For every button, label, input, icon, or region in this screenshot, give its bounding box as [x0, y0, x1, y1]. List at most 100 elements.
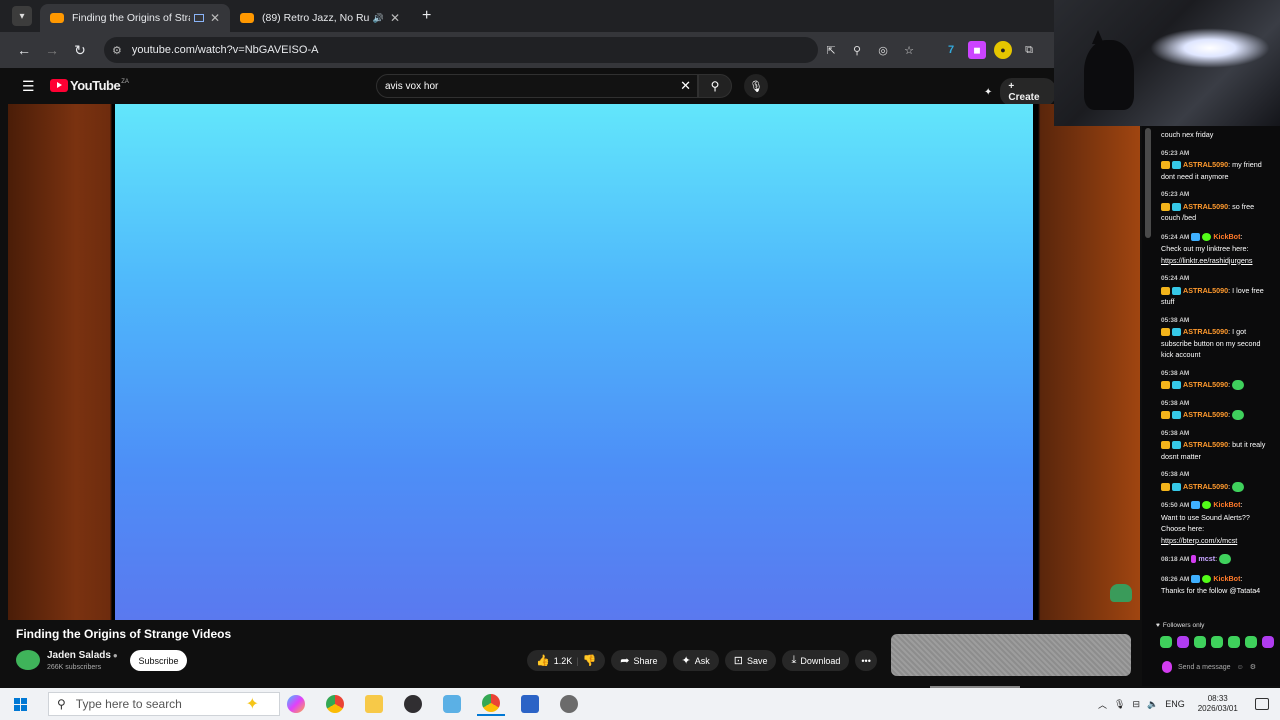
extension-pink-icon[interactable]: ◼: [968, 41, 986, 59]
emote-icon[interactable]: [1177, 636, 1189, 648]
settings-icon[interactable]: ⚙: [1250, 663, 1256, 671]
emote-icon[interactable]: [1262, 636, 1274, 648]
crown-badge-icon: [1161, 482, 1170, 491]
new-tab-button[interactable]: +: [422, 7, 431, 25]
start-button[interactable]: [0, 697, 40, 711]
emote-icon[interactable]: [1211, 636, 1223, 648]
chat-user[interactable]: ASTRAL5090: [1183, 410, 1228, 419]
more-actions-button[interactable]: •••: [855, 650, 877, 671]
chat-user[interactable]: ASTRAL5090: [1183, 482, 1228, 491]
chat-user[interactable]: ASTRAL5090: [1183, 380, 1228, 389]
tracking-blocked-icon[interactable]: ◎: [874, 41, 892, 59]
search-highlight-icon: ✦: [245, 696, 259, 713]
chat-user[interactable]: KickBot: [1213, 500, 1240, 509]
reload-icon[interactable]: ↻: [66, 42, 94, 59]
notifications-icon[interactable]: [1254, 698, 1269, 710]
emote-icon[interactable]: [1245, 636, 1257, 648]
chat-time: 05:24 AM: [1161, 233, 1190, 241]
create-button[interactable]: + Create: [1000, 78, 1056, 106]
address-bar[interactable]: ⚙ youtube.com/watch?v=NbGAVEISO-A: [104, 37, 818, 63]
chat-user[interactable]: KickBot: [1213, 232, 1240, 241]
close-tab-icon[interactable]: ✕: [390, 11, 400, 25]
sparkle-icon: ✦: [681, 655, 691, 667]
chrome-app-icon[interactable]: [321, 692, 349, 716]
chat-scrollbar[interactable]: [1142, 126, 1154, 686]
emoji-icon[interactable]: ☺: [1237, 664, 1244, 671]
sub-badge-icon: [1172, 381, 1181, 390]
microphone-tray-icon[interactable]: 🎙: [1114, 699, 1125, 710]
taskbar-search-input[interactable]: ⚲ Type here to search ✦: [48, 692, 280, 716]
extensions-puzzle-icon[interactable]: ⧉: [1020, 41, 1038, 59]
subscribe-button[interactable]: Subscribe: [130, 650, 187, 671]
emote-icon: [1219, 554, 1232, 565]
verified-icon: ●: [112, 651, 118, 660]
emote-icon[interactable]: [1228, 636, 1240, 648]
audio-playing-icon[interactable]: 🔊: [373, 13, 384, 24]
site-info-icon[interactable]: ⚙: [112, 44, 122, 57]
search-button[interactable]: ⚲: [698, 74, 732, 98]
cat-silhouette: [1084, 30, 1134, 110]
tab-search-button[interactable]: ▾: [12, 6, 32, 26]
tab-retro-jazz[interactable]: (89) Retro Jazz, No Rush To 🔊 ✕: [230, 4, 410, 32]
chat-user[interactable]: ASTRAL5090: [1183, 160, 1228, 169]
scrollbar-thumb[interactable]: [1145, 128, 1151, 238]
chat-link[interactable]: https://linktr.ee/rashidjurgens: [1161, 256, 1253, 265]
url-text[interactable]: youtube.com/watch?v=NbGAVEISO-A: [132, 44, 319, 56]
bookmark-icon: ⊡: [733, 655, 743, 667]
snipping-tool-icon[interactable]: [438, 692, 466, 716]
windows-logo-icon: [13, 697, 27, 711]
microphone-icon[interactable]: [1162, 661, 1172, 673]
extension-translate-icon[interactable]: 7: [942, 41, 960, 59]
thumbs-down-icon[interactable]: 👎: [583, 654, 597, 667]
chat-user[interactable]: ASTRAL5090: [1183, 327, 1228, 336]
tray-chevron-icon[interactable]: ︿: [1098, 698, 1107, 711]
chat-user[interactable]: ASTRAL5090: [1183, 286, 1228, 295]
share-button[interactable]: ➦ Share: [611, 650, 667, 671]
bookmark-star-icon[interactable]: ☆: [900, 41, 918, 59]
zoom-icon[interactable]: ⚲: [848, 41, 866, 59]
clear-search-icon[interactable]: ✕: [680, 78, 691, 94]
voice-search-button[interactable]: 🎙: [744, 74, 768, 98]
install-app-icon[interactable]: ⇱: [822, 41, 840, 59]
channel-avatar[interactable]: [16, 650, 40, 670]
app-icon[interactable]: [555, 692, 583, 716]
youtube-logo[interactable]: YouTube ZA: [50, 78, 129, 93]
chat-link[interactable]: https://bterp.com/x/mcst: [1161, 536, 1237, 545]
extension-yellow-icon[interactable]: ●: [994, 41, 1012, 59]
chat-user[interactable]: mcst: [1198, 554, 1215, 563]
outlook-app-icon[interactable]: [516, 692, 544, 716]
crown-badge-icon: [1161, 328, 1170, 337]
like-button[interactable]: 👍 1.2K | 👎: [527, 650, 606, 671]
file-explorer-icon[interactable]: [360, 692, 388, 716]
save-button[interactable]: ⊡ Save: [724, 650, 777, 671]
chat-user[interactable]: ASTRAL5090: [1183, 202, 1228, 211]
emote-icon[interactable]: [1194, 636, 1206, 648]
forward-arrow-icon[interactable]: →: [38, 42, 66, 58]
copilot-app-icon[interactable]: [282, 692, 310, 716]
gemini-icon[interactable]: ✦: [984, 87, 992, 98]
chat-input[interactable]: Send a message: [1178, 664, 1231, 671]
obs-app-icon[interactable]: [399, 692, 427, 716]
search-query-text[interactable]: avis vox hor: [385, 81, 438, 92]
chat-user[interactable]: KickBot: [1213, 574, 1240, 583]
close-tab-icon[interactable]: ✕: [210, 11, 220, 25]
network-icon[interactable]: ⊟: [1132, 699, 1140, 710]
download-button[interactable]: ⤓ Download: [782, 650, 850, 671]
back-arrow-icon[interactable]: ←: [10, 42, 38, 58]
chrome-active-app-icon[interactable]: [477, 692, 505, 716]
blurred-overlay: [891, 634, 1131, 676]
chat-message: 08:26 AM KickBot: Thanks for the follow …: [1161, 573, 1261, 596]
menu-icon[interactable]: ☰: [22, 78, 35, 95]
mic-badge-icon: [1191, 555, 1197, 564]
tab-finding-origins[interactable]: Finding the Origins of Stran ✕: [40, 4, 230, 32]
clock[interactable]: 08:33 2026/03/01: [1198, 694, 1238, 714]
chat-user[interactable]: ASTRAL5090: [1183, 440, 1228, 449]
kick-badge-icon: [1202, 232, 1212, 241]
volume-icon[interactable]: 🔈: [1147, 699, 1158, 710]
language-indicator[interactable]: ENG: [1165, 699, 1185, 709]
search-input[interactable]: avis vox hor ✕: [376, 74, 698, 98]
ask-button[interactable]: ✦ Ask: [672, 650, 719, 671]
video-frame[interactable]: [115, 104, 1033, 620]
channel-name[interactable]: Jaden Salads ●: [47, 650, 118, 661]
emote-icon[interactable]: [1160, 636, 1172, 648]
